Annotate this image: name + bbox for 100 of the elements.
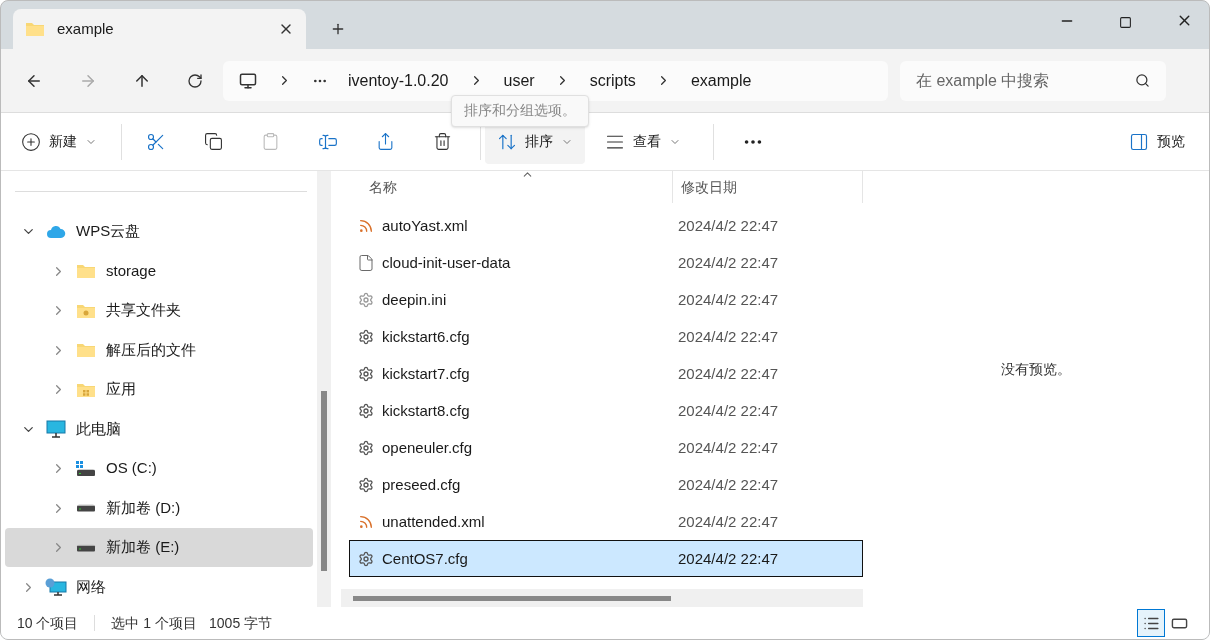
nav-label: 新加卷 (D:)	[106, 498, 181, 518]
search-icon[interactable]	[1135, 72, 1150, 88]
file-name: deepin.ini	[381, 289, 448, 310]
share-icon[interactable]	[376, 132, 395, 151]
network-icon	[45, 578, 67, 597]
nav-label: 解压后的文件	[106, 340, 196, 360]
modified-date: 2024/4/2 22:47	[678, 289, 779, 310]
nav-item[interactable]: 应用	[5, 370, 313, 410]
horizontal-scrollbar[interactable]	[341, 589, 863, 607]
folder-icon	[76, 342, 96, 359]
nav-label: storage	[106, 261, 157, 281]
new-tab-icon[interactable]	[330, 21, 346, 37]
nav-item[interactable]: OS (C:)	[5, 449, 313, 489]
file-name: preseed.cfg	[381, 474, 462, 495]
new-button[interactable]: 新建	[13, 119, 105, 164]
modified-date: 2024/4/2 22:47	[678, 326, 779, 347]
tab[interactable]: example	[13, 9, 306, 49]
breadcrumb-item[interactable]: iventoy-1.0.20	[348, 68, 449, 93]
nav-label: 新加卷 (E:)	[106, 537, 180, 558]
nav-item[interactable]: 网络	[5, 567, 313, 607]
tab-title: example	[57, 18, 115, 39]
file-name: openeuler.cfg	[381, 437, 474, 458]
gear-file-icon	[358, 328, 374, 345]
copy-icon[interactable]	[204, 132, 223, 151]
file-name: kickstart8.cfg	[381, 400, 471, 421]
gear-file-icon	[358, 476, 374, 493]
drive-icon	[76, 543, 96, 552]
modified-date: 2024/4/2 22:47	[678, 511, 779, 532]
rss-file-icon	[358, 217, 374, 234]
search-field[interactable]: 在 example 中搜索	[900, 60, 1166, 101]
nav-item[interactable]: 此电脑	[5, 409, 313, 449]
nav-item[interactable]: 新加卷 (D:)	[5, 488, 313, 528]
nav-label: WPS云盘	[76, 221, 141, 242]
nav-label: OS (C:)	[106, 458, 157, 479]
delete-icon[interactable]	[433, 132, 452, 151]
rss-file-icon	[358, 513, 374, 530]
folder-icon	[25, 21, 45, 37]
nav-label: 共享文件夹	[106, 300, 181, 321]
file-icon	[357, 253, 375, 272]
refresh-icon[interactable]	[187, 72, 203, 89]
gear-file-icon	[358, 550, 374, 567]
gear-file-icon	[358, 402, 374, 419]
file-name: CentOS7.cfg	[381, 548, 469, 569]
breadcrumb-item[interactable]: scripts	[589, 68, 636, 93]
file-row[interactable]: autoYast.xml 2024/4/2 22:47	[349, 207, 863, 245]
details-view-button[interactable]	[1137, 609, 1165, 637]
file-row[interactable]: cloud-init-user-data 2024/4/2 22:47	[349, 244, 863, 282]
folder-icon	[76, 302, 96, 319]
preview-message: 没有预览。	[1001, 359, 1071, 379]
folder-icon	[76, 381, 96, 398]
nav-label: 此电脑	[76, 419, 121, 439]
cloud-icon	[46, 224, 66, 239]
scrollbar[interactable]	[317, 171, 331, 607]
cut-icon[interactable]	[146, 131, 166, 152]
file-row[interactable]: kickstart7.cfg 2024/4/2 22:47	[349, 355, 863, 393]
column-header[interactable]: 名称	[341, 171, 673, 204]
monitor-icon[interactable]	[239, 71, 257, 90]
modified-date: 2024/4/2 22:47	[678, 252, 779, 273]
file-name: kickstart6.cfg	[381, 326, 471, 347]
file-row[interactable]: preseed.cfg 2024/4/2 22:47	[349, 466, 863, 504]
item-count: 10 个项目	[17, 613, 79, 633]
file-row[interactable]: deepin.ini 2024/4/2 22:47	[349, 281, 863, 319]
modified-date: 2024/4/2 22:47	[678, 400, 779, 421]
file-row[interactable]: kickstart6.cfg 2024/4/2 22:47	[349, 318, 863, 356]
file-row[interactable]: openeuler.cfg 2024/4/2 22:47	[349, 429, 863, 467]
preview-button[interactable]: 预览	[1117, 119, 1197, 164]
selection-size: 1005 字节	[209, 613, 273, 633]
file-name: unattended.xml	[381, 511, 486, 532]
preview-pane-icon	[1129, 131, 1149, 152]
plus-circle-icon	[21, 131, 41, 152]
drive-icon	[76, 460, 96, 477]
nav-item[interactable]: storage	[5, 251, 313, 291]
modified-date: 2024/4/2 22:47	[678, 437, 779, 458]
file-row[interactable]: kickstart8.cfg 2024/4/2 22:47	[349, 392, 863, 430]
nav-label: 应用	[106, 379, 136, 400]
modified-date: 2024/4/2 22:47	[678, 474, 779, 495]
monitor-icon	[46, 420, 66, 439]
modified-date: 2024/4/2 22:47	[678, 215, 779, 236]
column-header[interactable]: 修改日期	[673, 171, 863, 204]
selection-count: 选中 1 个项目	[111, 613, 198, 633]
file-name: cloud-init-user-data	[381, 252, 512, 273]
tooltip: 排序和分组选项。	[451, 94, 589, 127]
file-name: autoYast.xml	[381, 215, 469, 236]
maximize-icon[interactable]	[1119, 16, 1132, 29]
nav-label: 网络	[76, 577, 106, 597]
folder-icon	[76, 263, 96, 280]
file-row[interactable]: CentOS7.cfg 2024/4/2 22:47	[349, 540, 863, 578]
file-row[interactable]: unattended.xml 2024/4/2 22:47	[349, 503, 863, 541]
nav-item[interactable]: 解压后的文件	[5, 330, 313, 370]
nav-item[interactable]: 共享文件夹	[5, 291, 313, 331]
nav-item[interactable]: 新加卷 (E:)	[5, 528, 313, 568]
gear-file-icon	[358, 365, 374, 382]
gear-file-icon	[358, 439, 374, 456]
nav-item[interactable]: WPS云盘	[5, 212, 313, 252]
modified-date: 2024/4/2 22:47	[678, 363, 779, 384]
gear-file-icon	[358, 291, 374, 308]
modified-date: 2024/4/2 22:47	[678, 548, 779, 569]
breadcrumb-item[interactable]: example	[690, 68, 752, 93]
file-name: kickstart7.cfg	[381, 363, 471, 384]
breadcrumb-item[interactable]: user	[503, 68, 535, 93]
